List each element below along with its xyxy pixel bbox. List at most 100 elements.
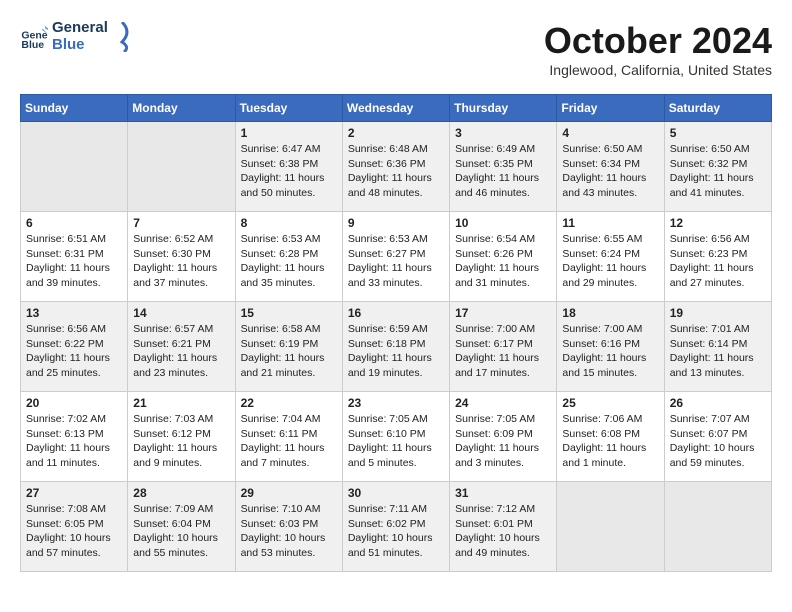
calendar-cell: 3Sunrise: 6:49 AMSunset: 6:35 PMDaylight… xyxy=(450,122,557,212)
day-number: 30 xyxy=(348,486,444,500)
calendar-cell: 20Sunrise: 7:02 AMSunset: 6:13 PMDayligh… xyxy=(21,392,128,482)
day-info: Sunrise: 7:04 AMSunset: 6:11 PMDaylight:… xyxy=(241,412,337,471)
calendar-cell: 4 Sunrise: 6:50 AMSunset: 6:34 PMDaylight… xyxy=(557,122,664,212)
day-info: Sunrise: 6:53 AMSunset: 6:28 PMDaylight:… xyxy=(241,232,337,291)
calendar-cell: 17Sunrise: 7:00 AMSunset: 6:17 PMDayligh… xyxy=(450,302,557,392)
day-number: 25 xyxy=(562,396,658,410)
calendar-cell: 14Sunrise: 6:57 AMSunset: 6:21 PMDayligh… xyxy=(128,302,235,392)
day-number: 9 xyxy=(348,216,444,230)
day-info: Sunrise: 6:52 AMSunset: 6:30 PMDaylight:… xyxy=(133,232,229,291)
calendar-cell: 13 Sunrise: 6:56 AMSunset: 6:22 PMDayligh… xyxy=(21,302,128,392)
weekday-header: Sunday xyxy=(21,95,128,122)
month-title: October 2024 xyxy=(544,20,772,62)
day-number: 20 xyxy=(26,396,122,410)
calendar-cell: 31Sunrise: 7:12 AMSunset: 6:01 PMDayligh… xyxy=(450,482,557,572)
day-number: 1 xyxy=(241,126,337,140)
day-number: 13 xyxy=(26,306,122,320)
calendar-cell: 6 Sunrise: 6:51 AMSunset: 6:31 PMDaylight… xyxy=(21,212,128,302)
day-info: Sunrise: 7:09 AMSunset: 6:04 PMDaylight:… xyxy=(133,502,229,561)
day-info: Sunrise: 6:59 AMSunset: 6:18 PMDaylight:… xyxy=(348,322,444,381)
day-info: Sunrise: 6:50 AMSunset: 6:32 PMDaylight:… xyxy=(670,142,766,201)
calendar-cell xyxy=(557,482,664,572)
day-number: 5 xyxy=(670,126,766,140)
calendar-cell xyxy=(128,122,235,212)
calendar-cell: 7 Sunrise: 6:52 AMSunset: 6:30 PMDaylight… xyxy=(128,212,235,302)
page-header: General Blue General Blue October 2024 I… xyxy=(20,20,772,78)
calendar-table: SundayMondayTuesdayWednesdayThursdayFrid… xyxy=(20,94,772,572)
day-number: 18 xyxy=(562,306,658,320)
day-number: 29 xyxy=(241,486,337,500)
calendar-cell: 11 Sunrise: 6:55 AMSunset: 6:24 PMDayligh… xyxy=(557,212,664,302)
calendar-week-row: 27Sunrise: 7:08 AMSunset: 6:05 PMDayligh… xyxy=(21,482,772,572)
day-number: 8 xyxy=(241,216,337,230)
day-number: 22 xyxy=(241,396,337,410)
calendar-cell xyxy=(664,482,771,572)
day-number: 26 xyxy=(670,396,766,410)
title-block: October 2024 Inglewood, California, Unit… xyxy=(544,20,772,78)
day-info: Sunrise: 6:47 AMSunset: 6:38 PMDaylight:… xyxy=(241,142,337,201)
calendar-cell: 27Sunrise: 7:08 AMSunset: 6:05 PMDayligh… xyxy=(21,482,128,572)
weekday-header: Monday xyxy=(128,95,235,122)
day-info: Sunrise: 7:00 AMSunset: 6:17 PMDaylight:… xyxy=(455,322,551,381)
calendar-cell: 15 Sunrise: 6:58 AMSunset: 6:19 PMDayligh… xyxy=(235,302,342,392)
day-number: 4 xyxy=(562,126,658,140)
day-info: Sunrise: 7:08 AMSunset: 6:05 PMDaylight:… xyxy=(26,502,122,561)
day-number: 12 xyxy=(670,216,766,230)
day-number: 15 xyxy=(241,306,337,320)
weekday-header-row: SundayMondayTuesdayWednesdayThursdayFrid… xyxy=(21,95,772,122)
day-info: Sunrise: 6:58 AMSunset: 6:19 PMDaylight:… xyxy=(241,322,337,381)
day-number: 10 xyxy=(455,216,551,230)
day-number: 21 xyxy=(133,396,229,410)
day-info: Sunrise: 7:03 AMSunset: 6:12 PMDaylight:… xyxy=(133,412,229,471)
calendar-week-row: 20Sunrise: 7:02 AMSunset: 6:13 PMDayligh… xyxy=(21,392,772,482)
day-info: Sunrise: 6:53 AMSunset: 6:27 PMDaylight:… xyxy=(348,232,444,291)
calendar-cell: 10Sunrise: 6:54 AMSunset: 6:26 PMDayligh… xyxy=(450,212,557,302)
svg-text:Blue: Blue xyxy=(21,39,44,51)
day-info: Sunrise: 6:51 AMSunset: 6:31 PMDaylight:… xyxy=(26,232,122,291)
calendar-cell: 1 Sunrise: 6:47 AMSunset: 6:38 PMDaylight… xyxy=(235,122,342,212)
calendar-cell: 9 Sunrise: 6:53 AMSunset: 6:27 PMDaylight… xyxy=(342,212,449,302)
location: Inglewood, California, United States xyxy=(544,62,772,78)
day-info: Sunrise: 7:12 AMSunset: 6:01 PMDaylight:… xyxy=(455,502,551,561)
calendar-cell: 12 Sunrise: 6:56 AMSunset: 6:23 PMDayligh… xyxy=(664,212,771,302)
day-info: Sunrise: 7:05 AMSunset: 6:10 PMDaylight:… xyxy=(348,412,444,471)
weekday-header: Wednesday xyxy=(342,95,449,122)
calendar-week-row: 6 Sunrise: 6:51 AMSunset: 6:31 PMDaylight… xyxy=(21,212,772,302)
day-info: Sunrise: 6:50 AMSunset: 6:34 PMDaylight:… xyxy=(562,142,658,201)
weekday-header: Tuesday xyxy=(235,95,342,122)
calendar-cell xyxy=(21,122,128,212)
day-info: Sunrise: 6:48 AMSunset: 6:36 PMDaylight:… xyxy=(348,142,444,201)
day-info: Sunrise: 7:01 AMSunset: 6:14 PMDaylight:… xyxy=(670,322,766,381)
calendar-cell: 18Sunrise: 7:00 AMSunset: 6:16 PMDayligh… xyxy=(557,302,664,392)
day-info: Sunrise: 6:55 AMSunset: 6:24 PMDaylight:… xyxy=(562,232,658,291)
day-number: 16 xyxy=(348,306,444,320)
day-info: Sunrise: 6:56 AMSunset: 6:23 PMDaylight:… xyxy=(670,232,766,291)
weekday-header: Saturday xyxy=(664,95,771,122)
calendar-cell: 26 Sunrise: 7:07 AMSunset: 6:07 PMDayligh… xyxy=(664,392,771,482)
logo-wordmark: General Blue xyxy=(52,20,108,53)
day-info: Sunrise: 6:49 AMSunset: 6:35 PMDaylight:… xyxy=(455,142,551,201)
logo-swoosh-icon xyxy=(112,22,132,52)
day-number: 11 xyxy=(562,216,658,230)
calendar-cell: 5 Sunrise: 6:50 AMSunset: 6:32 PMDaylight… xyxy=(664,122,771,212)
day-number: 2 xyxy=(348,126,444,140)
calendar-cell: 28Sunrise: 7:09 AMSunset: 6:04 PMDayligh… xyxy=(128,482,235,572)
calendar-cell: 2 Sunrise: 6:48 AMSunset: 6:36 PMDaylight… xyxy=(342,122,449,212)
logo: General Blue General Blue xyxy=(20,20,132,53)
day-number: 6 xyxy=(26,216,122,230)
calendar-cell: 8 Sunrise: 6:53 AMSunset: 6:28 PMDaylight… xyxy=(235,212,342,302)
day-number: 7 xyxy=(133,216,229,230)
day-info: Sunrise: 7:07 AMSunset: 6:07 PMDaylight:… xyxy=(670,412,766,471)
day-info: Sunrise: 6:57 AMSunset: 6:21 PMDaylight:… xyxy=(133,322,229,381)
calendar-cell: 21 Sunrise: 7:03 AMSunset: 6:12 PMDayligh… xyxy=(128,392,235,482)
calendar-cell: 25 Sunrise: 7:06 AMSunset: 6:08 PMDayligh… xyxy=(557,392,664,482)
day-number: 19 xyxy=(670,306,766,320)
calendar-week-row: 13 Sunrise: 6:56 AMSunset: 6:22 PMDayligh… xyxy=(21,302,772,392)
day-number: 24 xyxy=(455,396,551,410)
day-number: 23 xyxy=(348,396,444,410)
weekday-header: Thursday xyxy=(450,95,557,122)
day-info: Sunrise: 7:06 AMSunset: 6:08 PMDaylight:… xyxy=(562,412,658,471)
day-info: Sunrise: 6:56 AMSunset: 6:22 PMDaylight:… xyxy=(26,322,122,381)
calendar-cell: 16 Sunrise: 6:59 AMSunset: 6:18 PMDayligh… xyxy=(342,302,449,392)
calendar-cell: 24Sunrise: 7:05 AMSunset: 6:09 PMDayligh… xyxy=(450,392,557,482)
